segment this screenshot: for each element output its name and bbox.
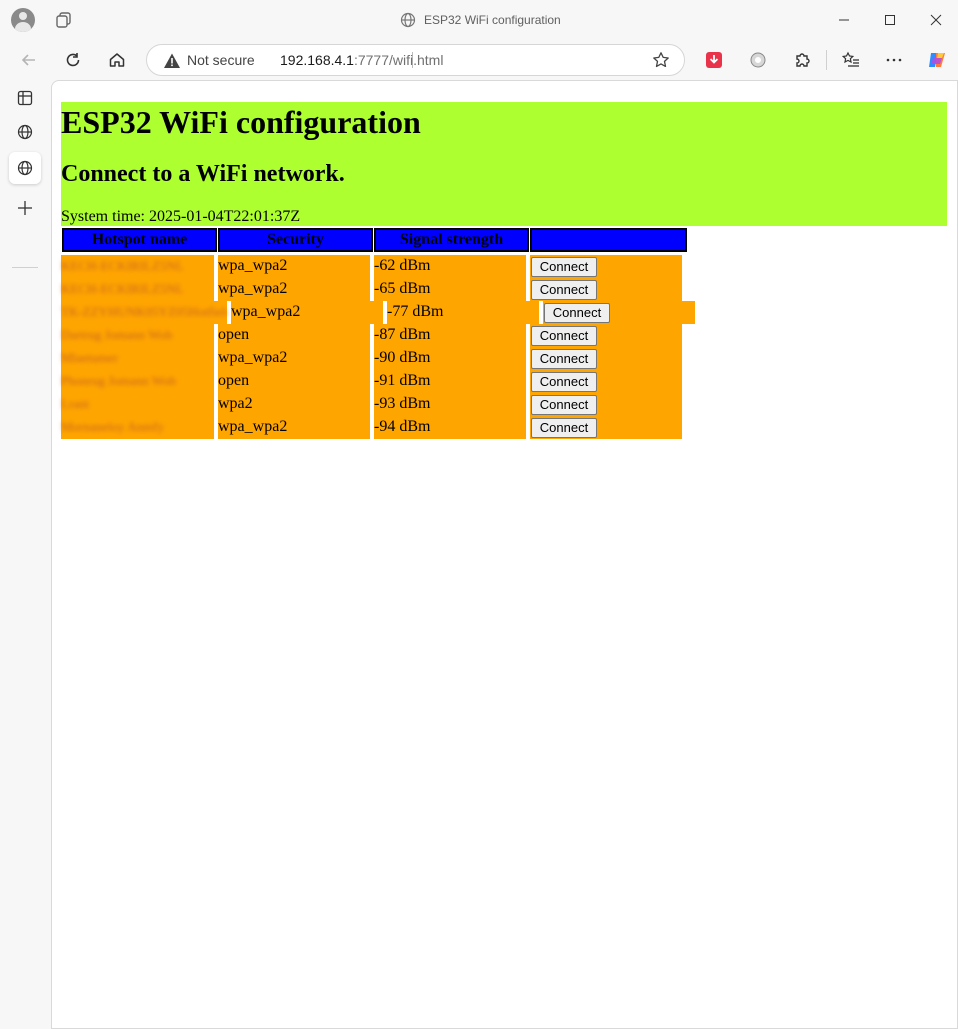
refresh-button[interactable] bbox=[61, 48, 85, 72]
signal-strength-cell: -93 dBm bbox=[374, 395, 431, 412]
security-cell: wpa_wpa2 bbox=[218, 257, 288, 274]
table-row: KECH-ECKIRILZ5NL wpa_wpa2 -65 dBm Connect bbox=[61, 278, 682, 301]
back-arrow-icon bbox=[21, 54, 35, 66]
column-header-security: Security bbox=[218, 228, 373, 252]
window-title-text: ESP32 WiFi configuration bbox=[424, 13, 561, 27]
security-cell: wpa_wpa2 bbox=[218, 349, 288, 366]
toolbar-divider bbox=[826, 50, 827, 70]
favorites-button[interactable] bbox=[839, 48, 863, 72]
more-options-button[interactable] bbox=[882, 48, 906, 72]
address-bar[interactable]: Not secure 192.168.4.1:7777/wifi.html bbox=[146, 44, 685, 76]
sidebar-divider bbox=[12, 267, 38, 268]
hotspot-name-cell: Phonrug Jomann Wob bbox=[61, 373, 176, 388]
vertical-tab-sidebar bbox=[0, 80, 51, 1029]
connect-button[interactable]: Connect bbox=[531, 349, 597, 369]
home-button[interactable] bbox=[105, 48, 129, 72]
signal-strength-cell: -90 dBm bbox=[374, 349, 431, 366]
minimize-icon bbox=[839, 19, 849, 21]
signal-strength-cell: -77 dBm bbox=[387, 303, 444, 320]
title-bar: ESP32 WiFi configuration bbox=[0, 0, 958, 40]
table-row: Mlaetumer wpa_wpa2 -90 dBm Connect bbox=[61, 347, 682, 370]
favorite-star-icon[interactable] bbox=[652, 51, 670, 69]
save-to-pocket-button[interactable] bbox=[702, 48, 726, 72]
extension-circle-icon bbox=[750, 52, 766, 68]
connect-button[interactable]: Connect bbox=[531, 395, 597, 415]
profile-avatar-icon[interactable] bbox=[11, 8, 35, 32]
connect-button[interactable]: Connect bbox=[531, 257, 597, 277]
download-shield-icon bbox=[706, 52, 722, 68]
table-row: Dartrug Jomann Wob open -87 dBm Connect bbox=[61, 324, 682, 347]
column-header-hotspot-name: Hotspot name bbox=[62, 228, 217, 252]
url-text[interactable]: 192.168.4.1:7777/wifi.html bbox=[280, 52, 443, 68]
hotspot-name-cell: Dartrug Jomann Wob bbox=[61, 327, 173, 342]
connect-button[interactable]: Connect bbox=[531, 372, 597, 392]
connect-button[interactable]: Connect bbox=[544, 303, 610, 323]
url-path: :7777/wifi.html bbox=[353, 52, 444, 68]
connect-button[interactable]: Connect bbox=[531, 280, 597, 300]
more-dots-icon bbox=[886, 58, 902, 62]
close-icon bbox=[930, 14, 942, 26]
hotspot-name-cell: TK-ZZYHUNK05YZ05Hotfield bbox=[61, 304, 227, 319]
signal-strength-cell: -94 dBm bbox=[374, 418, 431, 435]
maximize-icon bbox=[885, 15, 895, 25]
security-cell: wpa_wpa2 bbox=[218, 418, 288, 435]
tab-panel-icon bbox=[17, 90, 33, 106]
back-button[interactable] bbox=[17, 48, 41, 72]
system-time: System time: 2025-01-04T22:01:37Z bbox=[61, 208, 301, 225]
security-cell: open bbox=[218, 326, 250, 343]
maximize-button[interactable] bbox=[878, 8, 902, 32]
column-header-signal-strength: Signal strength bbox=[374, 228, 529, 252]
table-row: KECH-ECKIRILZ5NL wpa_wpa2 -62 dBm Connect bbox=[61, 255, 682, 278]
favorites-list-icon bbox=[842, 51, 859, 67]
minimize-button[interactable] bbox=[832, 8, 856, 32]
copilot-button[interactable] bbox=[925, 48, 949, 72]
tab-actions-icon[interactable] bbox=[55, 11, 73, 29]
url-host: 192.168.4.1 bbox=[280, 52, 354, 68]
security-cell: open bbox=[218, 372, 250, 389]
hotspot-name-cell: KECH-ECKIRILZ5NL bbox=[61, 281, 184, 296]
hotspot-name-cell: Mornaneloy Anmfy bbox=[61, 419, 164, 434]
table-row: Mornaneloy Anmfy wpa_wpa2 -94 dBm Connect bbox=[61, 416, 682, 439]
table-row: Lrant wpa2 -93 dBm Connect bbox=[61, 393, 682, 416]
signal-strength-cell: -87 dBm bbox=[374, 326, 431, 343]
signal-strength-cell: -91 dBm bbox=[374, 372, 431, 389]
connect-button[interactable]: Connect bbox=[531, 326, 597, 346]
security-cell: wpa_wpa2 bbox=[231, 303, 301, 320]
security-cell: wpa_wpa2 bbox=[218, 280, 288, 297]
column-header-action bbox=[530, 228, 687, 252]
not-secure-label[interactable]: Not secure bbox=[187, 52, 255, 68]
puzzle-icon bbox=[796, 53, 810, 67]
home-icon bbox=[109, 53, 125, 67]
page-header: ESP32 WiFi configuration Connect to a Wi… bbox=[61, 102, 947, 226]
window-title: ESP32 WiFi configuration bbox=[400, 11, 561, 29]
close-window-button[interactable] bbox=[924, 8, 948, 32]
extension-button[interactable] bbox=[746, 48, 770, 72]
signal-strength-cell: -62 dBm bbox=[374, 257, 431, 274]
globe-icon bbox=[17, 124, 33, 140]
globe-icon bbox=[400, 12, 416, 28]
security-cell: wpa2 bbox=[218, 395, 253, 412]
globe-icon bbox=[17, 160, 33, 176]
refresh-icon bbox=[66, 53, 80, 67]
tab-list-button[interactable] bbox=[9, 82, 41, 114]
table-row: Phonrug Jomann Wob open -91 dBm Connect bbox=[61, 370, 682, 393]
table-row: TK-ZZYHUNK05YZ05Hotfield wpa_wpa2 -77 dBm C… bbox=[61, 301, 695, 324]
warning-triangle-icon[interactable] bbox=[163, 52, 181, 70]
page-title: ESP32 WiFi configuration bbox=[61, 104, 421, 140]
hotspot-name-cell: Mlaetumer bbox=[61, 350, 119, 365]
hotspot-name-cell: Lrant bbox=[61, 396, 90, 411]
web-page-content: ESP32 WiFi configuration Connect to a Wi… bbox=[51, 80, 958, 1029]
sidebar-tab-active[interactable] bbox=[9, 152, 41, 184]
copilot-icon bbox=[929, 53, 945, 67]
signal-strength-cell: -65 dBm bbox=[374, 280, 431, 297]
new-tab-button[interactable] bbox=[9, 192, 41, 224]
connect-button[interactable]: Connect bbox=[531, 418, 597, 438]
plus-icon bbox=[18, 201, 32, 215]
page-subtitle: Connect to a WiFi network. bbox=[61, 161, 345, 187]
hotspot-name-cell: KECH-ECKIRILZ5NL bbox=[61, 258, 184, 273]
extensions-button[interactable] bbox=[790, 48, 814, 72]
sidebar-tab-1[interactable] bbox=[9, 116, 41, 148]
